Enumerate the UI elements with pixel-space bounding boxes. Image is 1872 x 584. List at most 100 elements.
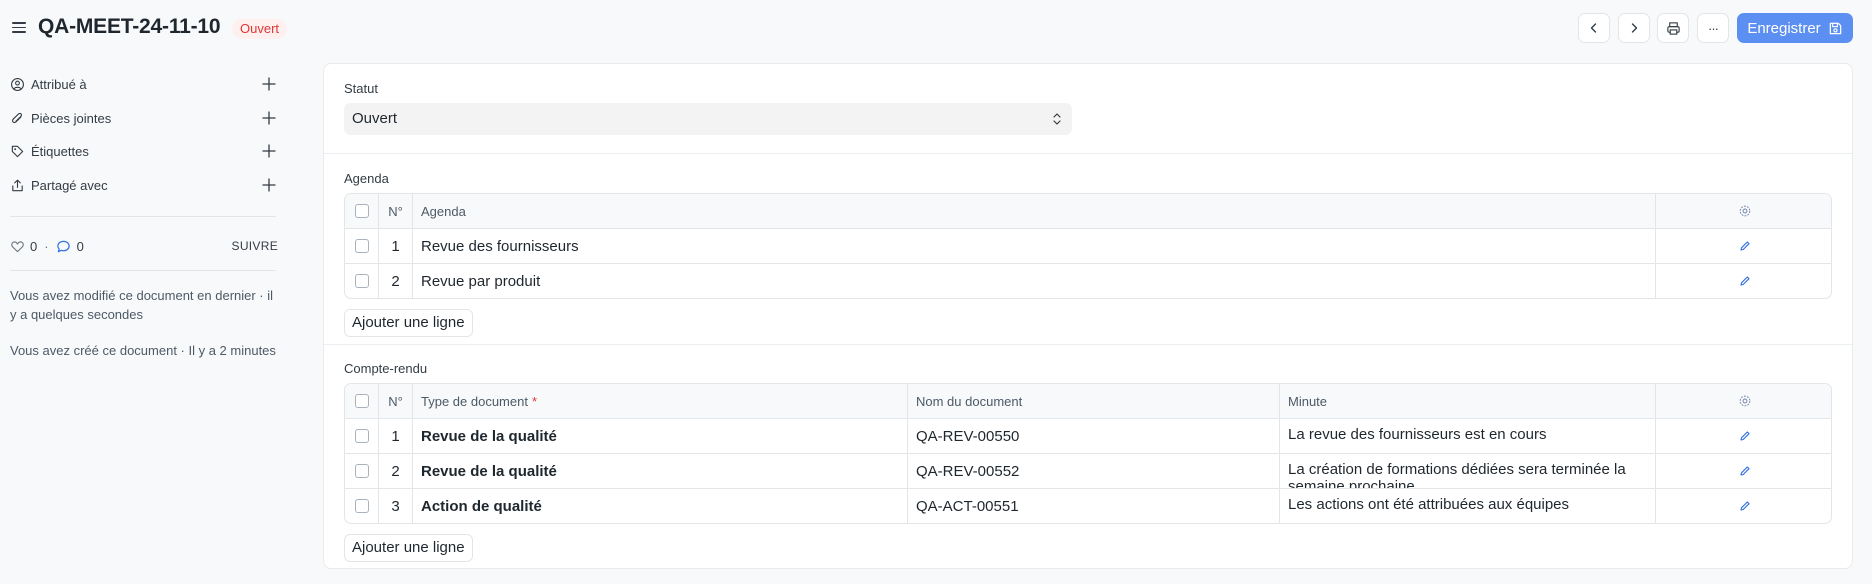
section-divider [324, 344, 1852, 345]
edit-pencil-icon[interactable] [1739, 465, 1751, 477]
row-checkbox[interactable] [354, 429, 369, 443]
row-number-cell: 2 [379, 454, 413, 488]
column-header: N° [388, 203, 403, 219]
table-row[interactable]: 3 Action de qualité QA-ACT-00551 Les act… [345, 488, 1831, 523]
row-checkbox[interactable] [354, 274, 369, 288]
follow-button[interactable]: SUIVRE [232, 239, 278, 253]
document-type-value: Action de qualité [421, 497, 542, 515]
status-badge: Ouvert [232, 19, 288, 39]
edit-pencil-icon[interactable] [1739, 430, 1751, 442]
document-type-value: Revue de la qualité [421, 427, 557, 445]
required-mark: * [531, 393, 538, 409]
more-dots-icon: ··· [1708, 20, 1719, 36]
row-number-cell: 2 [379, 264, 413, 298]
header-cell-document-type: Type de document * [413, 384, 908, 418]
edit-pencil-icon[interactable] [1739, 275, 1751, 287]
agenda-value: Revue par produit [421, 272, 541, 290]
select-all-checkbox[interactable] [354, 394, 369, 408]
sidebar-item-label: Pièces jointes [31, 110, 112, 126]
document-type-value: Revue de la qualité [421, 462, 557, 480]
row-select-cell [345, 419, 379, 453]
table-header-row: N° Type de document * Nom du document Mi… [345, 384, 1831, 418]
previous-button[interactable] [1578, 13, 1610, 43]
settings-gear-icon[interactable] [1738, 204, 1752, 218]
settings-gear-icon[interactable] [1738, 394, 1752, 408]
chevron-left-icon [1590, 23, 1597, 33]
agenda-cell[interactable]: Revue des fournisseurs [413, 229, 1656, 263]
header-cell-settings [1656, 384, 1831, 418]
agenda-add-row-button[interactable]: Ajouter une ligne [344, 309, 473, 337]
document-type-cell[interactable]: Revue de la qualité [413, 454, 908, 488]
edit-pencil-icon[interactable] [1739, 500, 1751, 512]
minute-value: La revue des fournisseurs est en cours [1288, 426, 1547, 443]
user-assign-icon [11, 77, 24, 91]
sidebar-item-tags[interactable]: Étiquettes [10, 141, 278, 161]
agenda-cell[interactable]: Revue par produit [413, 264, 1656, 298]
edit-pencil-icon[interactable] [1739, 240, 1751, 252]
tag-icon [11, 145, 24, 157]
status-select[interactable]: Ouvert [344, 103, 1072, 135]
page-title: QA-MEET-24-11-10 [38, 15, 221, 38]
row-number: 1 [391, 427, 400, 445]
column-header: Type de document [421, 393, 528, 409]
more-options-button[interactable]: ··· [1697, 13, 1729, 43]
comment-count: 0 [76, 238, 84, 254]
row-number: 1 [391, 237, 400, 255]
minutes-section-label: Compte-rendu [344, 361, 428, 376]
select-all-cell [345, 384, 379, 418]
top-bar: QA-MEET-24-11-10 Ouvert ··· Enregistrer [0, 0, 1872, 58]
stats-separator: · [44, 238, 49, 254]
row-edit-cell [1656, 229, 1831, 263]
plus-icon[interactable] [260, 109, 278, 127]
document-type-cell[interactable]: Revue de la qualité [413, 419, 908, 453]
save-button-label: Enregistrer [1747, 19, 1821, 37]
minute-cell[interactable]: La création de formations dédiées sera t… [1280, 454, 1656, 488]
table-row[interactable]: 1 Revue des fournisseurs [345, 228, 1831, 263]
row-checkbox[interactable] [354, 464, 369, 478]
sidebar-item-label: Partagé avec [31, 177, 108, 193]
print-button[interactable] [1657, 13, 1689, 43]
minute-cell[interactable]: Les actions ont été attribuées aux équip… [1280, 489, 1656, 523]
document-name-value: QA-REV-00552 [916, 462, 1020, 480]
header-cell-no: N° [379, 384, 413, 418]
column-header: Minute [1288, 393, 1328, 409]
row-number-cell: 1 [379, 419, 413, 453]
sidebar-item-attachments[interactable]: Pièces jointes [10, 108, 278, 128]
minute-cell[interactable]: La revue des fournisseurs est en cours [1280, 419, 1656, 453]
sidebar-item-shared-with[interactable]: Partagé avec [10, 175, 278, 195]
plus-icon[interactable] [260, 142, 278, 160]
heart-icon[interactable] [10, 239, 25, 254]
activity-created: Vous avez créé ce document · Il y a 2 mi… [10, 343, 276, 358]
printer-icon [1666, 21, 1680, 35]
save-button[interactable]: Enregistrer [1737, 13, 1853, 43]
plus-icon[interactable] [260, 176, 278, 194]
minute-value: La création de formations dédiées sera t… [1288, 461, 1626, 488]
sidebar-item-assigned-to[interactable]: Attribué à [10, 74, 278, 94]
document-name-cell[interactable]: QA-REV-00550 [908, 419, 1280, 453]
row-number: 3 [391, 497, 400, 515]
document-type-cell[interactable]: Action de qualité [413, 489, 908, 523]
comment-icon[interactable] [56, 239, 71, 254]
activity-modified: Vous avez modifié ce document en dernier… [10, 288, 274, 322]
minutes-add-row-button[interactable]: Ajouter une ligne [344, 534, 473, 562]
row-select-cell [345, 264, 379, 298]
document-name-value: QA-ACT-00551 [916, 497, 1019, 515]
document-name-cell[interactable]: QA-REV-00552 [908, 454, 1280, 488]
save-icon [1829, 22, 1841, 34]
header-cell-minute: Minute [1280, 384, 1656, 418]
plus-icon[interactable] [260, 75, 278, 93]
hamburger-menu-icon[interactable] [12, 19, 28, 35]
table-row[interactable]: 2 Revue par produit [345, 263, 1831, 298]
next-button[interactable] [1618, 13, 1650, 43]
header-cell-agenda: Agenda [413, 194, 1656, 228]
document-name-cell[interactable]: QA-ACT-00551 [908, 489, 1280, 523]
row-checkbox[interactable] [354, 239, 369, 253]
row-select-cell [345, 454, 379, 488]
table-row[interactable]: 1 Revue de la qualité QA-REV-00550 La re… [345, 418, 1831, 453]
column-header: N° [388, 393, 403, 409]
select-all-checkbox[interactable] [354, 204, 369, 218]
document-name-value: QA-REV-00550 [916, 427, 1020, 445]
agenda-section-label: Agenda [344, 171, 389, 186]
table-row[interactable]: 2 Revue de la qualité QA-REV-00552 La cr… [345, 453, 1831, 488]
row-checkbox[interactable] [354, 499, 369, 513]
